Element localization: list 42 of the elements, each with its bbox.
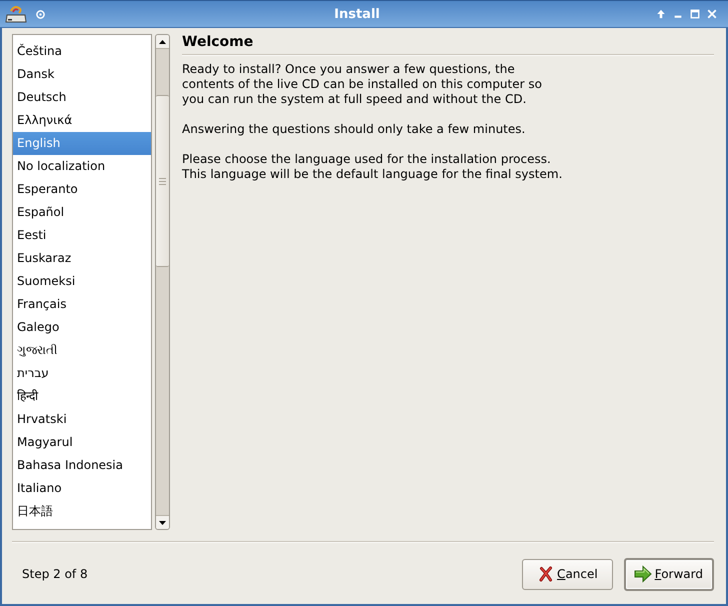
maximize-icon[interactable] bbox=[690, 9, 700, 19]
scrollbar-track[interactable] bbox=[155, 34, 170, 530]
grip-icon bbox=[159, 178, 166, 184]
step-indicator: Step 2 of 8 bbox=[22, 567, 88, 581]
language-item[interactable]: Italiano bbox=[13, 477, 151, 500]
language-item[interactable]: Français bbox=[13, 293, 151, 316]
page-heading: Welcome bbox=[182, 33, 254, 51]
language-item[interactable]: Magyarul bbox=[13, 431, 151, 454]
up-arrow-icon[interactable] bbox=[656, 9, 666, 19]
welcome-paragraph: Ready to install? Once you answer a few questions, the contents of the live CD can be installed on this computer so you can run the system at full speed and without the CD. bbox=[182, 62, 542, 107]
caret-up-icon bbox=[159, 40, 166, 44]
language-item[interactable]: Bahasa Indonesia bbox=[13, 454, 151, 477]
cancel-button[interactable]: Cancel bbox=[522, 558, 613, 590]
language-item[interactable]: हिन्दी bbox=[13, 385, 151, 408]
scrollbar-thumb[interactable] bbox=[156, 95, 169, 267]
forward-button[interactable]: Forward bbox=[624, 558, 714, 590]
window-menu-icon[interactable] bbox=[36, 10, 45, 18]
cross-icon bbox=[538, 566, 554, 582]
scroll-down-button[interactable] bbox=[156, 515, 169, 529]
close-icon[interactable] bbox=[707, 9, 717, 19]
language-item[interactable]: Español bbox=[13, 201, 151, 224]
window-title: Install bbox=[333, 6, 381, 22]
language-item[interactable]: 日本語 bbox=[13, 500, 151, 523]
caret-down-icon bbox=[159, 520, 166, 524]
language-item[interactable]: Čeština bbox=[13, 40, 151, 63]
welcome-paragraph: Answering the questions should only take a few minutes. bbox=[182, 122, 526, 137]
language-item[interactable]: Deutsch bbox=[13, 86, 151, 109]
scroll-up-button[interactable] bbox=[156, 35, 169, 49]
welcome-paragraph: Please choose the language used for the installation process. This language will be the default language for the final system. bbox=[182, 152, 562, 182]
language-item[interactable]: Esperanto bbox=[13, 178, 151, 201]
language-item[interactable]: עברית bbox=[13, 362, 151, 385]
language-item[interactable]: Hrvatski bbox=[13, 408, 151, 431]
language-item[interactable]: Galego bbox=[13, 316, 151, 339]
language-item[interactable]: Suomeksi bbox=[13, 270, 151, 293]
language-item[interactable]: No localization bbox=[13, 155, 151, 178]
arrow-right-icon bbox=[634, 565, 652, 583]
language-item[interactable]: Euskaraz bbox=[13, 247, 151, 270]
language-item[interactable]: Dansk bbox=[13, 63, 151, 86]
language-item[interactable]: Eesti bbox=[13, 224, 151, 247]
language-item[interactable]: ગુજરાતી bbox=[13, 339, 151, 362]
language-item[interactable]: Ελληνικά bbox=[13, 109, 151, 132]
disk-drive-icon[interactable] bbox=[5, 4, 27, 24]
